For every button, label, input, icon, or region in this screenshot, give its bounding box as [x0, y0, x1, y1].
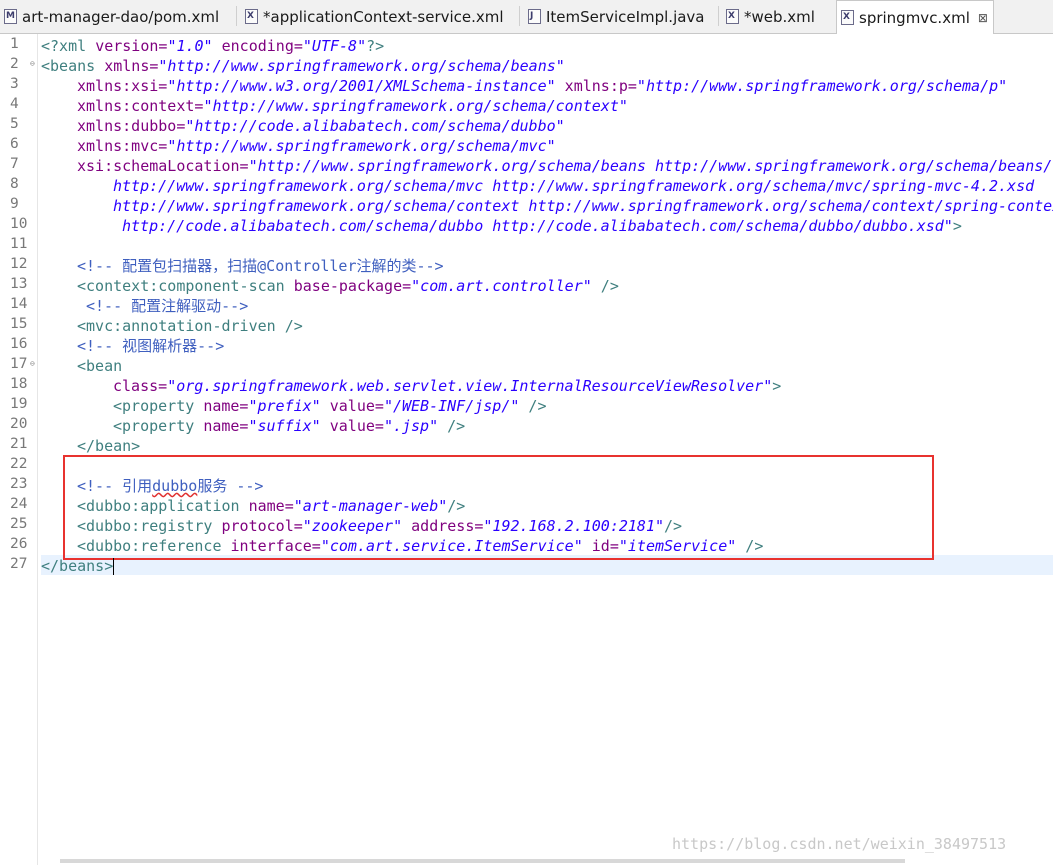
code-line-6: xmlns:mvc="http://www.springframework.or…: [77, 137, 556, 155]
code-line-4: xmlns:context="http://www.springframewor…: [77, 97, 628, 115]
line-number: 12: [10, 256, 28, 272]
line-number: 4: [10, 96, 19, 112]
tab-label: *web.xml: [744, 7, 815, 26]
tab-separator: [236, 6, 237, 26]
xml-file-icon: X: [726, 9, 739, 24]
line-number: 8: [10, 176, 19, 192]
line-number-gutter: 1 2 3 4 5 6 7 8 9 10 11 12 13 14 15 16 1…: [0, 34, 38, 865]
dubbo-config-highlight-box: [63, 455, 934, 560]
xml-editor[interactable]: <?xml version="1.0" encoding="UTF-8"?> <…: [41, 34, 1053, 865]
code-line-8: http://www.springframework.org/schema/mv…: [113, 177, 1035, 195]
line-number: 2: [10, 56, 19, 72]
line-number: 25: [10, 516, 28, 532]
line-number: 24: [10, 496, 28, 512]
line-number: 19: [10, 396, 28, 412]
line-number: 20: [10, 416, 28, 432]
line-number: 27: [10, 556, 28, 572]
java-file-icon: J: [528, 9, 541, 24]
line-number: 11: [10, 236, 28, 252]
tab-web-xml[interactable]: X *web.xml: [722, 0, 832, 33]
editor-tab-bar: M art-manager-dao/pom.xml X *application…: [0, 0, 1053, 34]
line-number: 14: [10, 296, 28, 312]
line-number: 18: [10, 376, 28, 392]
tab-pom-xml[interactable]: M art-manager-dao/pom.xml: [0, 0, 230, 33]
tab-label: springmvc.xml: [859, 8, 970, 27]
line-number: 22: [10, 456, 28, 472]
line-number: 6: [10, 136, 19, 152]
code-line-5: xmlns:dubbo="http://code.alibabatech.com…: [77, 117, 565, 135]
code-line-16: <!-- 视图解析器-->: [77, 337, 225, 355]
tab-applicationcontext-service[interactable]: X *applicationContext-service.xml: [241, 0, 519, 33]
code-line-12: <!-- 配置包扫描器，扫描@Controller注解的类-->: [77, 257, 444, 275]
horizontal-scrollbar[interactable]: [60, 859, 905, 863]
tab-label: *applicationContext-service.xml: [263, 7, 504, 26]
tab-label: art-manager-dao/pom.xml: [22, 7, 220, 26]
line-number: 1: [10, 36, 19, 52]
fold-toggle-icon[interactable]: ⊖: [30, 360, 36, 368]
code-line-19: <property name="prefix" value="/WEB-INF/…: [113, 397, 547, 415]
code-line-7: xsi:schemaLocation="http://www.springfra…: [77, 157, 1053, 175]
line-number: 9: [10, 196, 19, 212]
maven-file-icon: M: [4, 9, 17, 24]
code-line-13: <context:component-scan base-package="co…: [77, 277, 619, 295]
line-number: 5: [10, 116, 19, 132]
xml-file-icon: X: [841, 10, 854, 25]
tab-label: ItemServiceImpl.java: [546, 7, 705, 26]
code-line-17: <bean: [77, 357, 123, 375]
code-line-20: <property name="suffix" value=".jsp" />: [113, 417, 466, 435]
close-tab-icon[interactable]: ⊠: [978, 11, 988, 25]
line-number: 15: [10, 316, 28, 332]
code-line-1: <?xml version="1.0" encoding="UTF-8"?>: [41, 37, 385, 55]
tab-separator: [519, 6, 520, 26]
line-number: 16: [10, 336, 28, 352]
code-line-10: http://code.alibabatech.com/schema/dubbo…: [122, 217, 962, 235]
line-number: 26: [10, 536, 28, 552]
line-number: 23: [10, 476, 28, 492]
tab-separator: [718, 6, 719, 26]
code-line-15: <mvc:annotation-driven />: [77, 317, 303, 335]
code-line-3: xmlns:xsi="http://www.w3.org/2001/XMLSch…: [77, 77, 1008, 95]
text-cursor: [113, 558, 114, 575]
tab-itemserviceimpl[interactable]: J ItemServiceImpl.java: [524, 0, 714, 33]
code-line-14: <!-- 配置注解驱动-->: [86, 297, 249, 315]
line-number: 21: [10, 436, 28, 452]
code-line-18: class="org.springframework.web.servlet.v…: [113, 377, 782, 395]
watermark: https://blog.csdn.net/weixin_38497513: [672, 835, 1007, 853]
line-number: 13: [10, 276, 28, 292]
line-number: 7: [10, 156, 19, 172]
tab-springmvc-xml[interactable]: X springmvc.xml ⊠: [836, 0, 994, 34]
code-line-21: </bean>: [77, 437, 141, 455]
fold-toggle-icon[interactable]: ⊖: [30, 60, 36, 68]
line-number: 3: [10, 76, 19, 92]
code-line-9: http://www.springframework.org/schema/co…: [113, 197, 1053, 215]
line-number: 17: [10, 356, 28, 372]
xml-file-icon: X: [245, 9, 258, 24]
code-line-2: <beans xmlns="http://www.springframework…: [41, 57, 565, 75]
line-number: 10: [10, 216, 28, 232]
